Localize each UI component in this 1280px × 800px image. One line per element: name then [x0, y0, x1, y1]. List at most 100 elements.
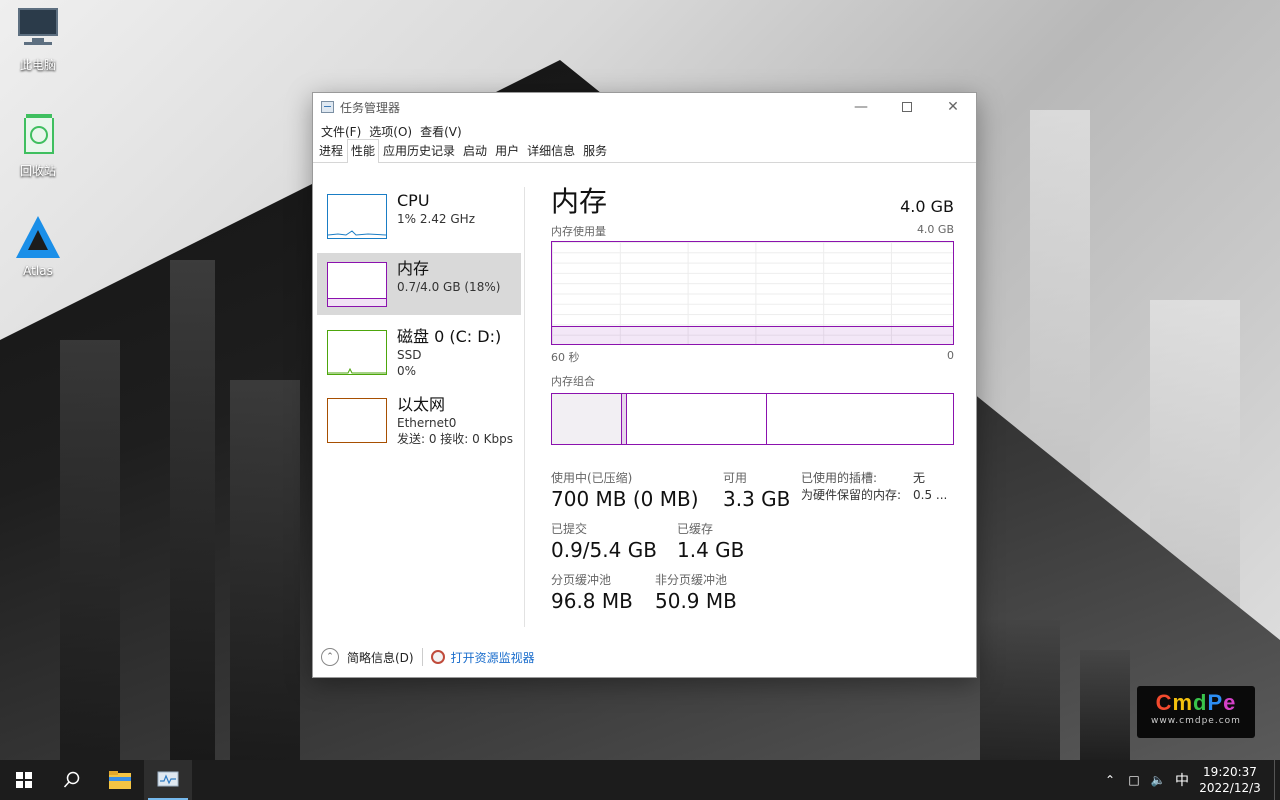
title-bar[interactable]: 任务管理器 — ✕: [313, 93, 976, 121]
task-manager-icon: [157, 771, 179, 787]
stat-label-nonpaged-pool: 非分页缓冲池: [655, 573, 728, 587]
tab-performance[interactable]: 性能: [347, 139, 380, 163]
system-tray: ⌃ □ 🔈 中 19:20:37 2022/12/3: [1098, 760, 1280, 800]
sidebar-item-detail: SSD: [397, 348, 422, 362]
minimize-button[interactable]: —: [838, 93, 884, 121]
resource-monitor-icon: [430, 650, 445, 664]
disk-thumbnail-graph: [327, 330, 387, 375]
chevron-up-icon[interactable]: ⌃: [1098, 773, 1122, 787]
clock-time: 19:20:37: [1203, 765, 1257, 779]
task-manager-icon: [321, 101, 334, 113]
tab-app-history[interactable]: 应用历史记录: [379, 139, 459, 162]
stat-value-in-use: 700 MB (0 MB): [551, 487, 699, 511]
windows-logo-icon: [16, 772, 32, 788]
stat-label-in-use: 使用中(已压缩): [551, 471, 633, 485]
desktop-icon-label: 回收站: [19, 164, 56, 178]
sidebar-item-name: CPU: [397, 191, 430, 210]
menu-view[interactable]: 查看(V): [416, 123, 466, 140]
memory-detail-panel: 内存 4.0 GB 内存使用量 4.0 GB 60 秒 0 内存组合 使用中(已…: [551, 185, 954, 629]
computer-icon: [14, 6, 62, 52]
sidebar-item-memory[interactable]: 内存 0.7/4.0 GB (18%): [317, 253, 521, 315]
window-footer: ⌃ 简略信息(D) 打开资源监视器: [313, 637, 976, 677]
start-button[interactable]: [0, 760, 48, 800]
stat-value-available: 3.3 GB: [723, 487, 791, 511]
composition-in-use[interactable]: [552, 394, 622, 444]
tab-startup[interactable]: 启动: [459, 139, 491, 162]
sidebar-item-detail-2: 0%: [397, 364, 417, 378]
sidebar-item-detail-2: 发送: 0 接收: 0 Kbps: [397, 432, 513, 446]
window-title: 任务管理器: [340, 100, 401, 115]
desktop-icon-this-pc[interactable]: 此电脑: [0, 6, 76, 73]
memory-composition-bar: [551, 393, 954, 445]
sidebar-item-disk[interactable]: 磁盘 0 (C: D:) SSD 0%: [317, 321, 521, 383]
total-memory: 4.0 GB: [900, 197, 954, 216]
sidebar-item-ethernet[interactable]: 以太网 Ethernet0 发送: 0 接收: 0 Kbps: [317, 389, 521, 451]
logo-url: www.cmdpe.com: [1151, 716, 1241, 726]
close-icon: ✕: [947, 99, 959, 115]
maximize-button[interactable]: [884, 93, 930, 121]
menu-bar: 文件(F) 选项(O) 查看(V): [313, 121, 976, 141]
search-button[interactable]: [48, 760, 96, 800]
stat-label-paged-pool: 分页缓冲池: [551, 573, 612, 587]
logo-wordmark: CmdPe: [1155, 690, 1237, 715]
volume-icon[interactable]: 🔈: [1146, 773, 1170, 787]
sidebar-item-detail: Ethernet0: [397, 416, 457, 430]
desktop-icon-label: Atlas: [23, 264, 53, 278]
taskbar: ⌃ □ 🔈 中 19:20:37 2022/12/3: [0, 760, 1280, 800]
search-icon: [63, 771, 80, 788]
stat-value-slots: 无: [913, 471, 926, 485]
usage-graph-max: 4.0 GB: [916, 223, 954, 236]
footer-divider: [421, 648, 423, 666]
folder-icon: [109, 771, 131, 789]
tab-users[interactable]: 用户: [491, 139, 523, 162]
ethernet-thumbnail-graph: [327, 398, 387, 443]
tab-processes[interactable]: 进程: [315, 139, 347, 162]
desktop-icon-label: 此电脑: [19, 58, 56, 72]
show-desktop-button[interactable]: [1274, 760, 1280, 800]
tab-details[interactable]: 详细信息: [523, 139, 579, 162]
sidebar-item-detail: 0.7/4.0 GB (18%): [397, 280, 501, 294]
memory-thumbnail-graph: [327, 262, 387, 307]
chevron-up-icon[interactable]: ⌃: [321, 648, 339, 666]
open-resource-monitor-link[interactable]: 打开资源监视器: [451, 649, 535, 666]
close-button[interactable]: ✕: [930, 93, 976, 121]
memory-usage-graph: [551, 241, 954, 345]
cpu-thumbnail-graph: [327, 194, 387, 239]
sidebar-item-name: 以太网: [397, 395, 446, 414]
tab-strip: 进程 性能 应用历史记录 启动 用户 详细信息 服务: [313, 139, 976, 163]
clock[interactable]: 19:20:37 2022/12/3: [1194, 764, 1266, 796]
menu-options[interactable]: 选项(O): [365, 123, 416, 140]
desktop-icon-recycle-bin[interactable]: 回收站: [0, 112, 76, 179]
sidebar-item-name: 内存: [397, 259, 430, 278]
performance-content: CPU 1% 2.42 GHz 内存 0.7/4.0 GB (18%) 磁盘 0…: [313, 165, 976, 637]
stat-value-paged-pool: 96.8 MB: [551, 589, 633, 613]
recycle-bin-icon: [14, 112, 62, 158]
composition-standby[interactable]: [627, 394, 767, 444]
network-icon[interactable]: □: [1122, 773, 1146, 787]
sidebar-divider: [524, 187, 525, 627]
usage-graph-label: 内存使用量: [551, 225, 606, 238]
memory-usage-fill: [552, 325, 953, 344]
menu-file[interactable]: 文件(F): [317, 123, 365, 140]
atlas-logo-icon: [14, 214, 62, 260]
sidebar-item-cpu[interactable]: CPU 1% 2.42 GHz: [317, 185, 521, 247]
maximize-icon: [902, 102, 912, 112]
composition-free[interactable]: [767, 394, 953, 444]
stat-value-reserved: 0.5 ...: [913, 488, 948, 502]
ime-indicator[interactable]: 中: [1170, 770, 1194, 790]
tab-services[interactable]: 服务: [579, 139, 611, 162]
task-manager-taskbar-button[interactable]: [144, 760, 192, 800]
memory-stats: 使用中(已压缩) 700 MB (0 MB) 可用 3.3 GB 已使用的插槽:…: [551, 469, 954, 629]
resource-sidebar: CPU 1% 2.42 GHz 内存 0.7/4.0 GB (18%) 磁盘 0…: [317, 185, 521, 457]
stat-value-cached: 1.4 GB: [677, 538, 745, 562]
graph-axis-left: 60 秒: [551, 351, 580, 364]
file-explorer-button[interactable]: [96, 760, 144, 800]
graph-axis-right: 0: [947, 349, 954, 362]
stat-value-nonpaged-pool: 50.9 MB: [655, 589, 737, 613]
stat-label-available: 可用: [723, 471, 748, 485]
stat-label-reserved: 为硬件保留的内存:: [801, 488, 902, 502]
stat-label-committed: 已提交: [551, 522, 588, 536]
desktop-icon-atlas[interactable]: Atlas: [0, 214, 76, 278]
fewer-details-link[interactable]: 简略信息(D): [347, 649, 414, 666]
sidebar-item-name: 磁盘 0 (C: D:): [397, 327, 502, 346]
